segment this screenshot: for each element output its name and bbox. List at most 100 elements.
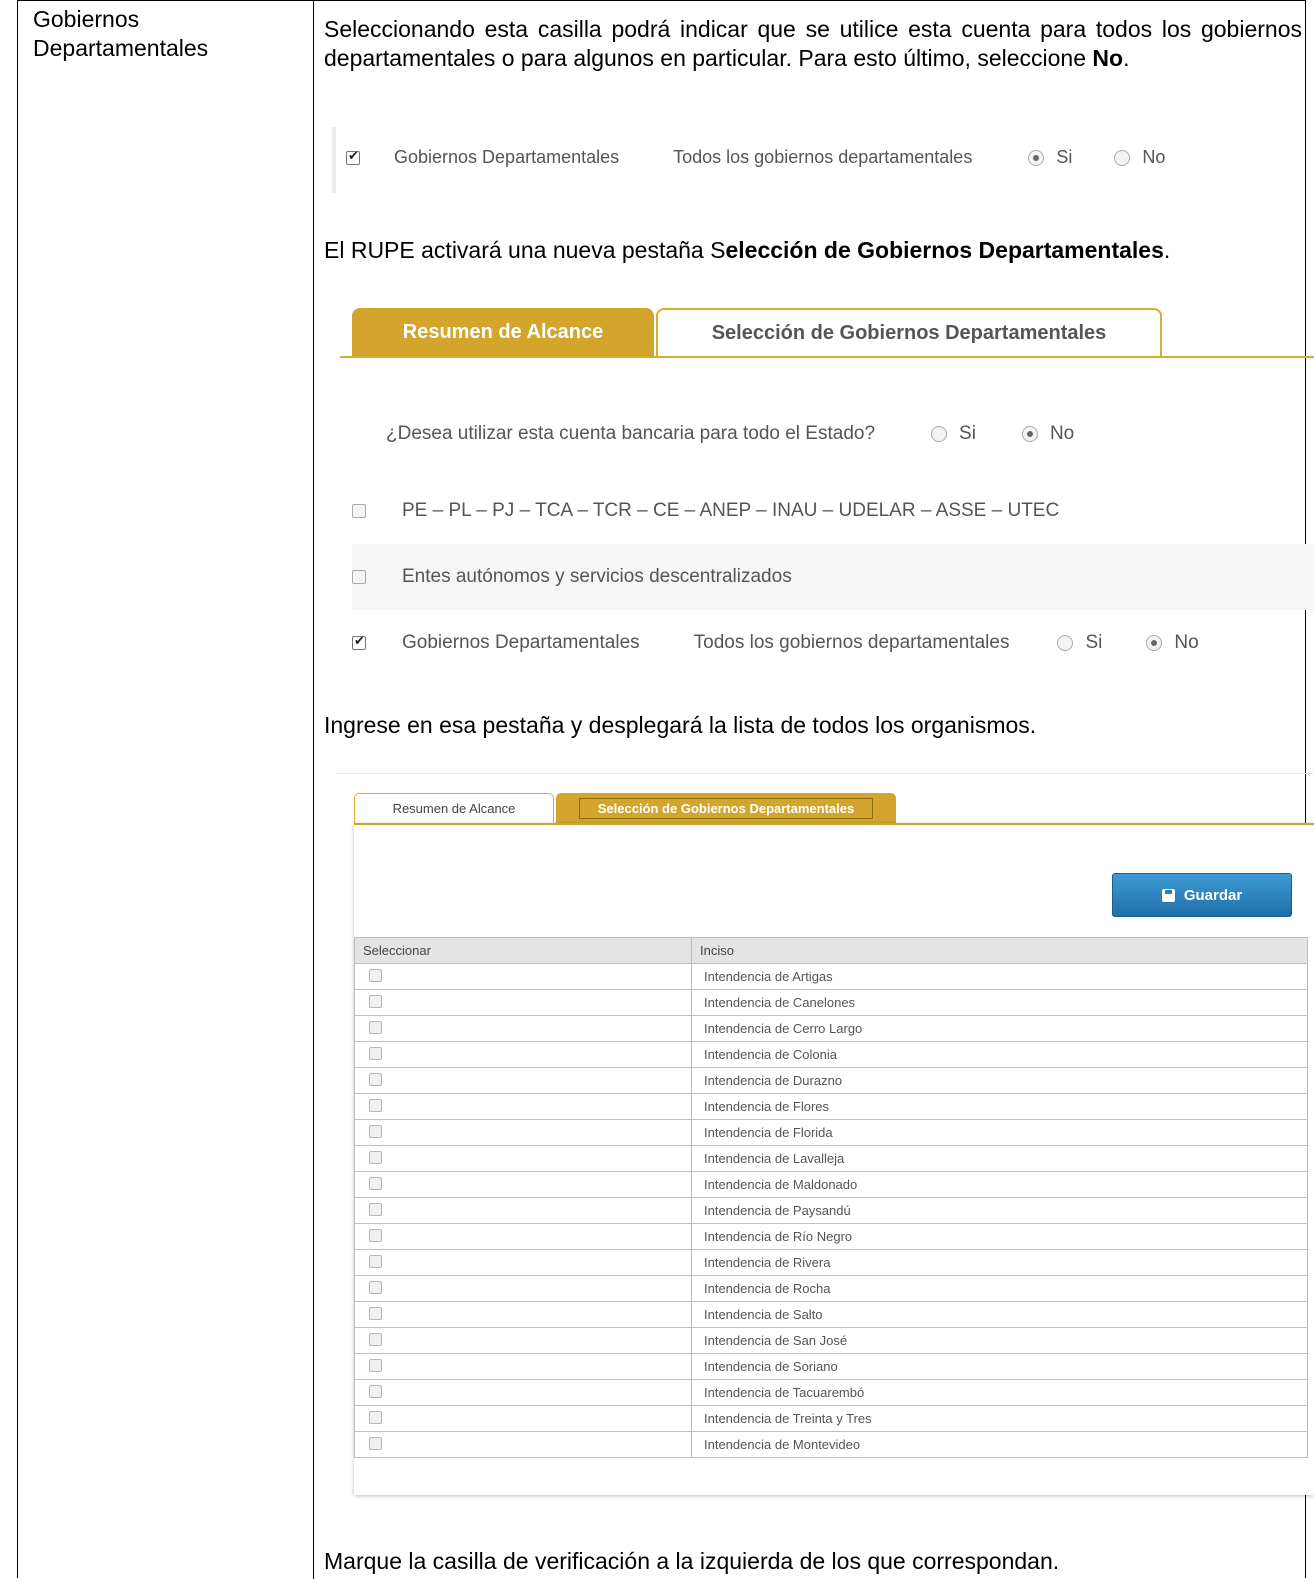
inciso-cell: Intendencia de Flores bbox=[691, 1093, 1308, 1120]
table-row: Intendencia de Salto bbox=[354, 1301, 1308, 1328]
select-cell bbox=[354, 1301, 692, 1328]
select-cell bbox=[354, 1015, 692, 1042]
row-checkbox[interactable] bbox=[369, 1020, 382, 1034]
select-cell bbox=[354, 963, 692, 990]
row-checkbox[interactable] bbox=[369, 1098, 382, 1112]
inciso-cell: Intendencia de Durazno bbox=[691, 1067, 1308, 1094]
estado-radio-no[interactable] bbox=[1021, 426, 1038, 442]
row-checkbox[interactable] bbox=[369, 1202, 382, 1216]
gobiernos-row: Gobiernos Departamentales Todos los gobi… bbox=[352, 610, 1314, 676]
gobiernos-row-question: Todos los gobiernos departamentales bbox=[693, 632, 1010, 653]
row-checkbox[interactable] bbox=[369, 1436, 382, 1450]
intendencias-table: Seleccionar Inciso Intendencia de Artiga… bbox=[354, 937, 1308, 1458]
table-row: Intendencia de Montevideo bbox=[354, 1431, 1308, 1458]
row-checkbox[interactable] bbox=[369, 1280, 382, 1294]
inciso-cell: Intendencia de Treinta y Tres bbox=[691, 1405, 1308, 1432]
inciso-cell: Intendencia de Cerro Largo bbox=[691, 1015, 1308, 1042]
radio-no-label: No bbox=[1142, 147, 1166, 167]
table-row: Intendencia de Cerro Largo bbox=[354, 1015, 1308, 1042]
table-row: Intendencia de Soriano bbox=[354, 1353, 1308, 1380]
row-checkbox[interactable] bbox=[369, 968, 382, 982]
select-cell bbox=[354, 1223, 692, 1250]
row-checkbox[interactable] bbox=[369, 1332, 382, 1346]
row-checkbox[interactable] bbox=[369, 1306, 382, 1320]
inciso-cell: Intendencia de Soriano bbox=[691, 1353, 1308, 1380]
gobiernos-row-label: Gobiernos Departamentales bbox=[402, 632, 640, 653]
document-table: Gobiernos Departamentales Seleccionando … bbox=[17, 0, 1314, 1579]
row-checkbox[interactable] bbox=[369, 1384, 382, 1398]
table-row: Intendencia de Río Negro bbox=[354, 1223, 1308, 1250]
entes-label: Entes autónomos y servicios descentraliz… bbox=[402, 566, 792, 587]
row-checkbox[interactable] bbox=[369, 1176, 382, 1190]
inciso-cell: Intendencia de Florida bbox=[691, 1119, 1308, 1146]
entes-checkbox[interactable] bbox=[352, 570, 366, 584]
row-checkbox[interactable] bbox=[369, 994, 382, 1008]
row-checkbox[interactable] bbox=[369, 1410, 382, 1424]
row-checkbox[interactable] bbox=[369, 1228, 382, 1242]
estado-question-row: ¿Desea utilizar esta cuenta bancaria par… bbox=[386, 423, 1074, 445]
row-checkbox[interactable] bbox=[369, 1358, 382, 1372]
radio-no[interactable] bbox=[1114, 149, 1131, 166]
table-row: Intendencia de Flores bbox=[354, 1093, 1308, 1120]
select-cell bbox=[354, 1353, 692, 1380]
select-cell bbox=[354, 1067, 692, 1094]
row-checkbox[interactable] bbox=[369, 1254, 382, 1268]
inciso-cell: Intendencia de Colonia bbox=[691, 1041, 1308, 1068]
inciso-cell: Intendencia de Rivera bbox=[691, 1249, 1308, 1276]
screenshot-scope-tabs: Resumen de Alcance Selección de Gobierno… bbox=[340, 308, 1314, 678]
table-row: Intendencia de Treinta y Tres bbox=[354, 1405, 1308, 1432]
estado-radio-no-label: No bbox=[1049, 423, 1075, 444]
row-checkbox[interactable] bbox=[369, 1124, 382, 1138]
gobiernos-checkbox[interactable] bbox=[346, 148, 360, 165]
row-label: Gobiernos Departamentales bbox=[33, 6, 209, 61]
tab-seleccion-gobiernos-small[interactable]: Selección de Gobiernos Departamentales bbox=[556, 793, 896, 823]
select-cell bbox=[354, 1249, 692, 1276]
select-cell bbox=[354, 1093, 692, 1120]
table-row: Intendencia de Florida bbox=[354, 1119, 1308, 1146]
col-seleccionar: Seleccionar bbox=[354, 937, 692, 964]
table-row: Intendencia de Durazno bbox=[354, 1067, 1308, 1094]
table-row: Intendencia de Maldonado bbox=[354, 1171, 1308, 1198]
select-cell bbox=[354, 1327, 692, 1354]
inciso-cell: Intendencia de Tacuarembó bbox=[691, 1379, 1308, 1406]
inciso-cell: Intendencia de Lavalleja bbox=[691, 1145, 1308, 1172]
estado-radio-si-label: Si bbox=[959, 423, 976, 444]
row-checkbox[interactable] bbox=[369, 1150, 382, 1164]
gobiernos-radio-si[interactable] bbox=[1057, 635, 1074, 651]
select-cell bbox=[354, 1275, 692, 1302]
gobiernos-checkbox-label: Gobiernos Departamentales bbox=[394, 147, 620, 167]
select-cell bbox=[354, 1145, 692, 1172]
select-cell bbox=[354, 1405, 692, 1432]
screenshot-gobiernos-option: Gobiernos Departamentales Todos los gobi… bbox=[332, 127, 1296, 193]
inciso-cell: Intendencia de Salto bbox=[691, 1301, 1308, 1328]
tab-resumen-alcance-small[interactable]: Resumen de Alcance bbox=[354, 793, 554, 823]
table-row: Intendencia de Canelones bbox=[354, 989, 1308, 1016]
tab-seleccion-gobiernos[interactable]: Selección de Gobiernos Departamentales bbox=[656, 308, 1162, 356]
gobiernos-radio-no[interactable] bbox=[1146, 635, 1163, 651]
table-row: Intendencia de Lavalleja bbox=[354, 1145, 1308, 1172]
column-divider bbox=[313, 1, 314, 1579]
inciso-cell: Intendencia de Montevideo bbox=[691, 1431, 1308, 1458]
separator bbox=[336, 773, 1314, 774]
table-row: Intendencia de Rivera bbox=[354, 1249, 1308, 1276]
todos-question: Todos los gobiernos departamentales bbox=[673, 147, 973, 167]
radio-si[interactable] bbox=[1028, 149, 1045, 166]
select-cell bbox=[354, 1119, 692, 1146]
guardar-button[interactable]: Guardar bbox=[1112, 873, 1292, 917]
select-cell bbox=[354, 989, 692, 1016]
estado-radio-si[interactable] bbox=[931, 426, 948, 442]
paragraph-3: Ingrese en esa pestaña y desplegará la l… bbox=[324, 712, 1037, 738]
row-checkbox[interactable] bbox=[369, 1072, 382, 1086]
select-cell bbox=[354, 1197, 692, 1224]
select-cell bbox=[354, 1171, 692, 1198]
poderes-row: PE – PL – PJ – TCA – TCR – CE – ANEP – I… bbox=[352, 478, 1314, 544]
inciso-cell: Intendencia de San José bbox=[691, 1327, 1308, 1354]
table-row: Intendencia de Artigas bbox=[354, 963, 1308, 990]
tab-resumen-alcance[interactable]: Resumen de Alcance bbox=[352, 308, 654, 356]
poderes-checkbox[interactable] bbox=[352, 504, 366, 518]
tab-bar: Resumen de Alcance Selección de Gobierno… bbox=[340, 308, 1314, 358]
row-checkbox[interactable] bbox=[369, 1046, 382, 1060]
paragraph-4: Marque la casilla de verificación a la i… bbox=[324, 1548, 1060, 1574]
inciso-cell: Intendencia de Maldonado bbox=[691, 1171, 1308, 1198]
gobiernos-row-checkbox[interactable] bbox=[352, 633, 366, 650]
